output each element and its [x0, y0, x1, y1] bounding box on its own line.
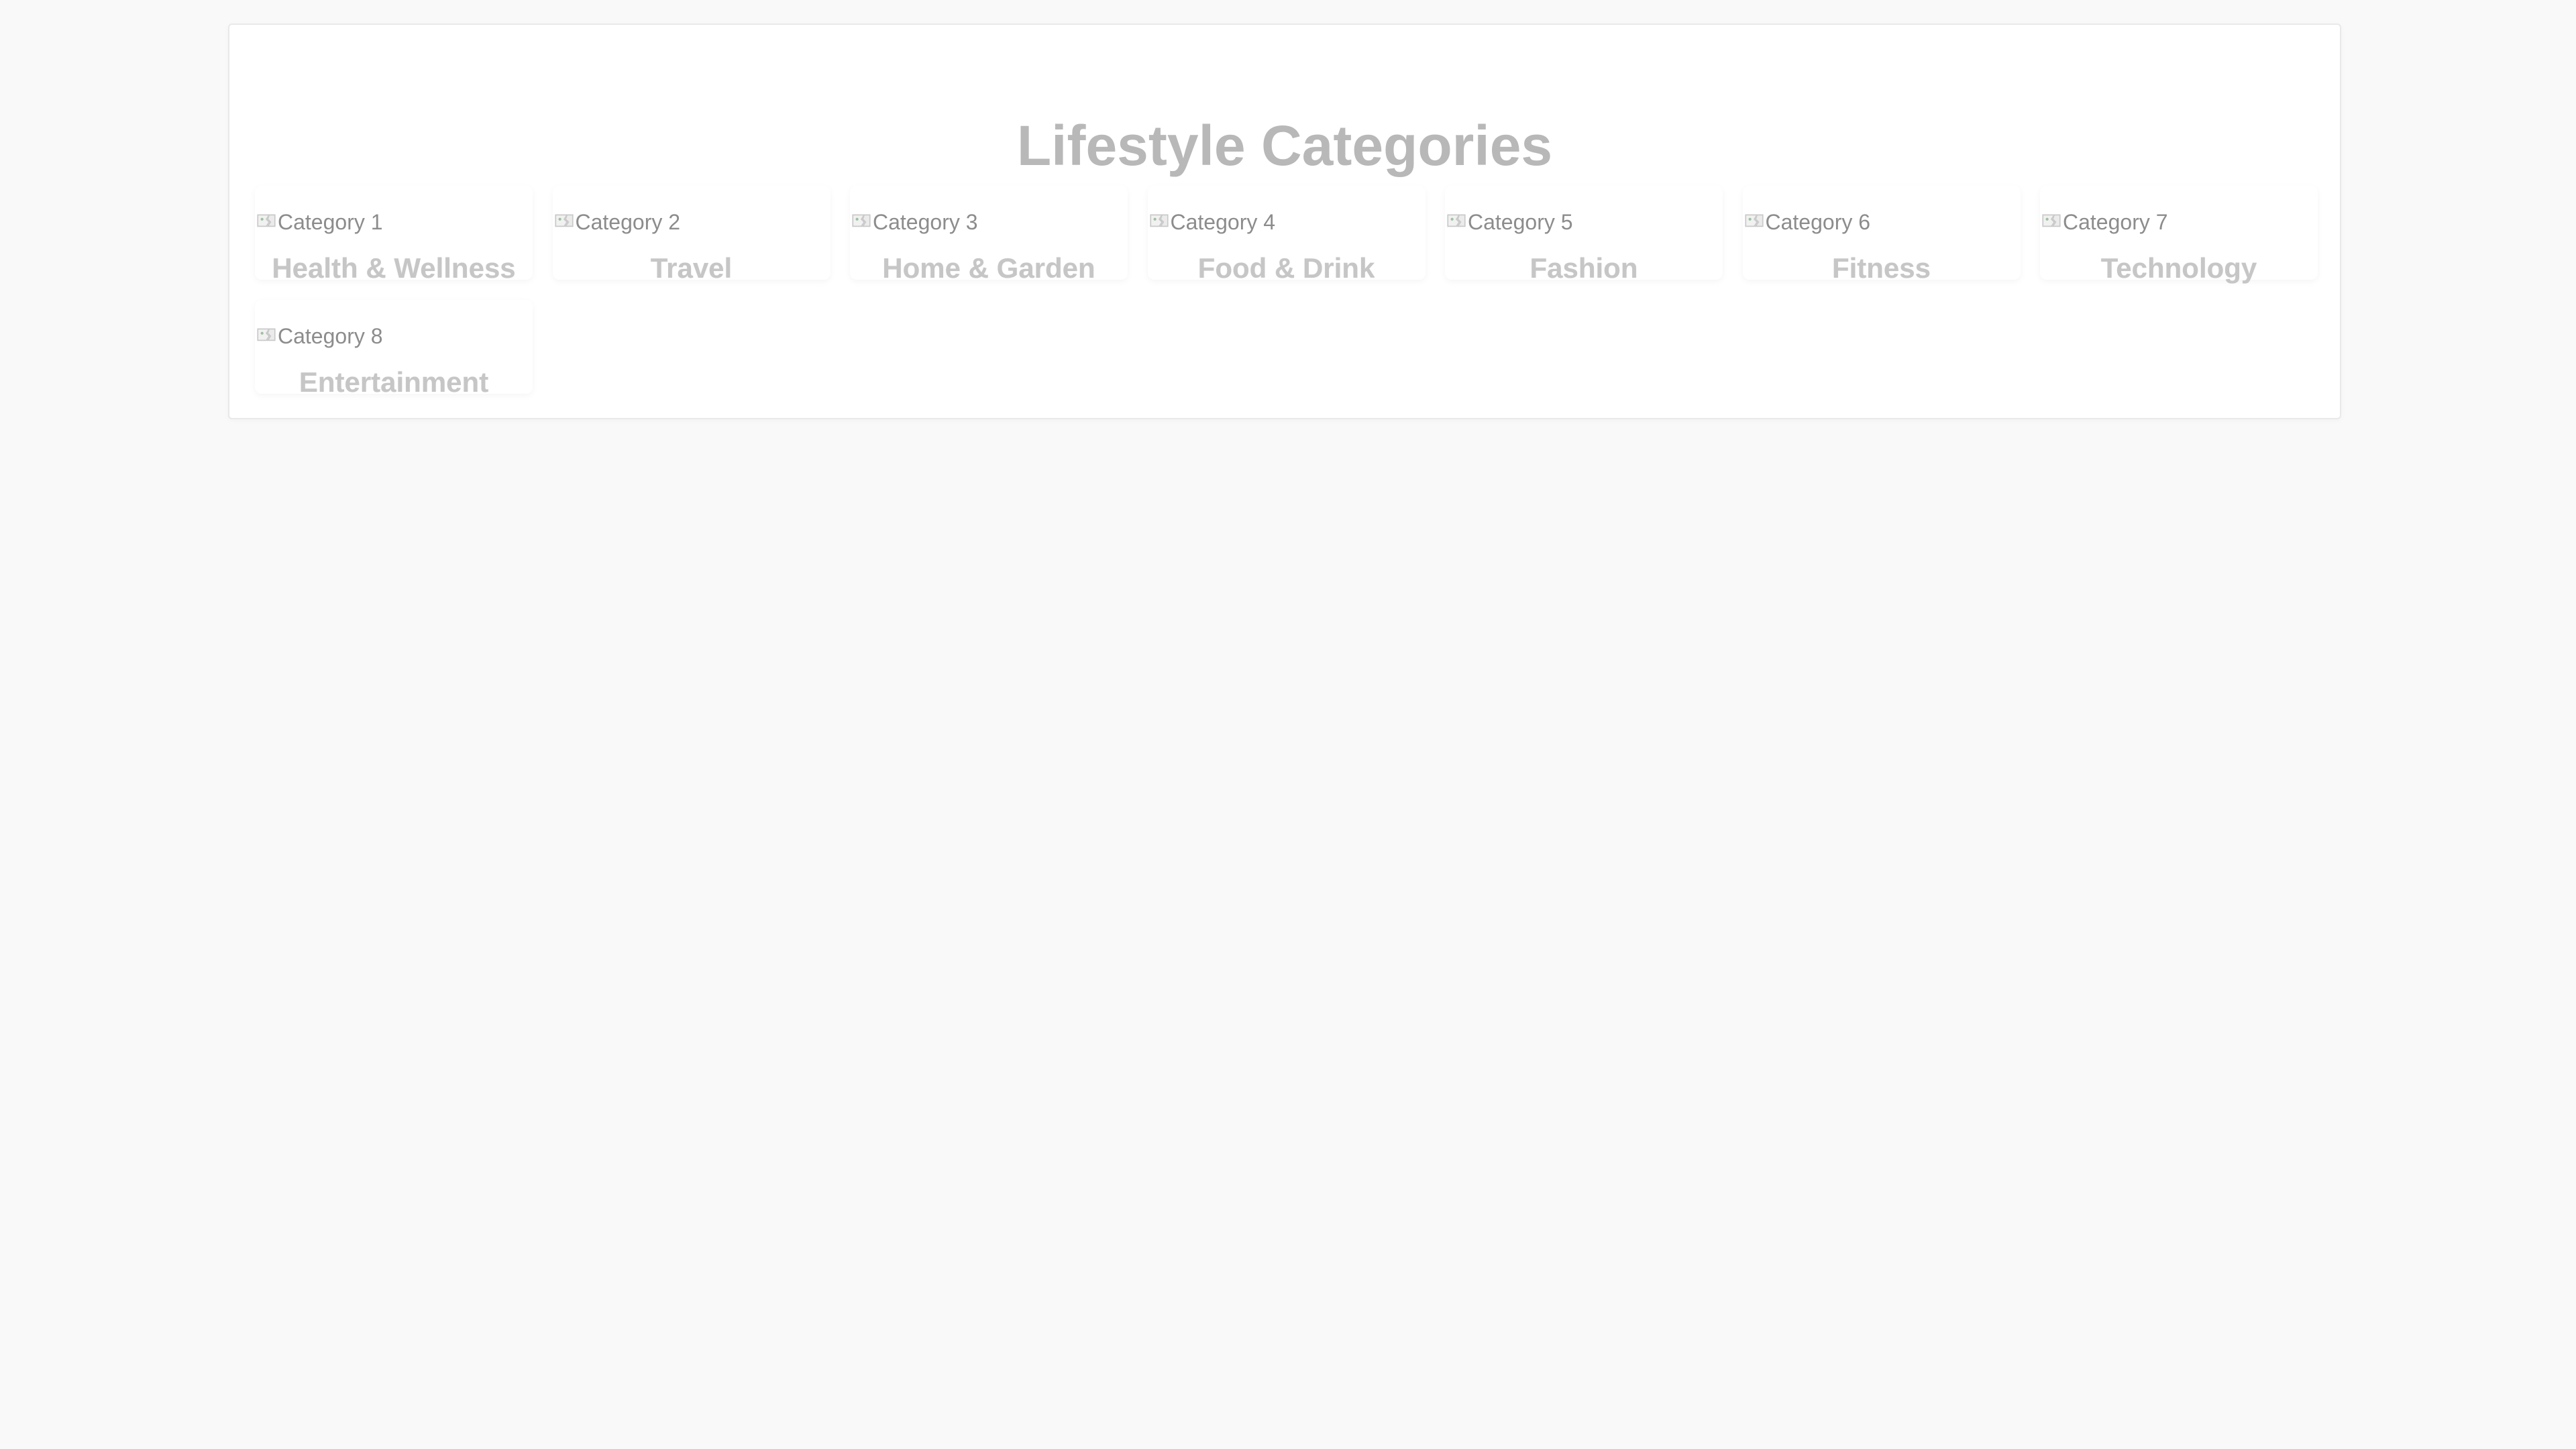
category-image: Category 1: [255, 209, 383, 235]
page-title: Lifestyle Categories: [1016, 114, 1553, 177]
broken-image-icon: [257, 214, 276, 227]
category-card-travel[interactable]: Category 2 Travel: [552, 186, 830, 284]
broken-image-icon: [852, 214, 871, 227]
category-card-home-garden[interactable]: Category 3 Home & Garden: [850, 186, 1128, 284]
category-card-fashion[interactable]: Category 5 Fashion: [1445, 186, 1723, 284]
category-image-alt: Category 2: [575, 210, 681, 234]
category-image: Category 7: [2040, 209, 2168, 235]
category-label: Travel: [650, 252, 733, 284]
category-label: Technology: [2100, 252, 2257, 284]
category-label: Fashion: [1529, 252, 1638, 284]
category-image-alt: Category 4: [1170, 210, 1276, 234]
category-label: Food & Drink: [1197, 252, 1375, 284]
category-image: Category 2: [553, 209, 681, 235]
category-image: Category 5: [1445, 209, 1573, 235]
category-card-health-wellness[interactable]: Category 1 Health & Wellness: [255, 186, 533, 284]
category-card-food-drink[interactable]: Category 4 Food & Drink: [1147, 186, 1426, 284]
category-image-alt: Category 7: [2063, 210, 2168, 234]
category-image-alt: Category 6: [1765, 210, 1871, 234]
category-image: Category 6: [1743, 209, 1871, 235]
category-image: Category 3: [850, 209, 978, 235]
category-label: Home & Garden: [882, 252, 1095, 284]
broken-image-icon: [554, 214, 574, 227]
broken-image-icon: [1744, 214, 1764, 227]
category-label: Health & Wellness: [272, 252, 516, 284]
broken-image-icon: [1447, 214, 1466, 227]
broken-image-icon: [1149, 214, 1169, 227]
broken-image-icon: [2042, 214, 2061, 227]
category-image: Category 8: [255, 323, 383, 350]
category-card-fitness[interactable]: Category 6 Fitness: [1742, 186, 2021, 284]
category-label: Entertainment: [299, 366, 489, 398]
categories-panel: Lifestyle Categories Category 1 Health &…: [228, 23, 2341, 419]
category-image-alt: Category 8: [278, 324, 383, 348]
category-image-alt: Category 1: [278, 210, 383, 234]
category-card-technology[interactable]: Category 7 Technology: [2040, 186, 2318, 284]
category-image-alt: Category 5: [1468, 210, 1573, 234]
category-label: Fitness: [1831, 252, 1931, 284]
category-image-alt: Category 3: [873, 210, 978, 234]
category-card-entertainment[interactable]: Category 8 Entertainment: [255, 300, 533, 398]
broken-image-icon: [257, 328, 276, 341]
category-grid: Category 1 Health & Wellness Category 2 …: [255, 186, 2318, 398]
category-image: Category 4: [1148, 209, 1276, 235]
